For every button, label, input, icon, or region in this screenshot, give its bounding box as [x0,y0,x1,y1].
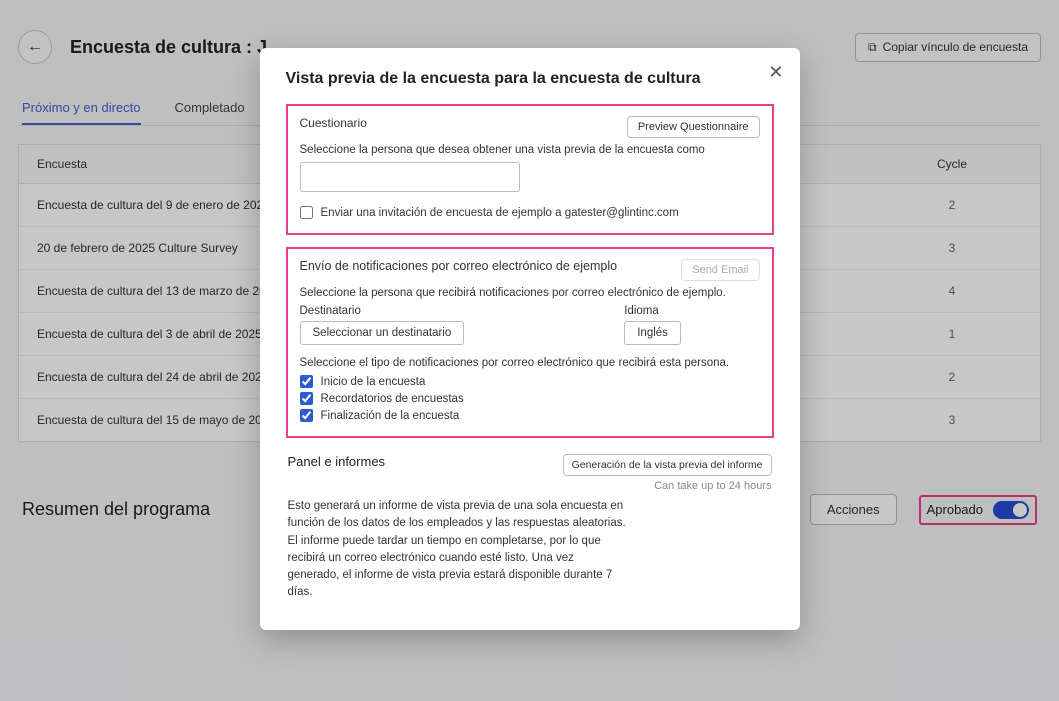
questionnaire-head: Cuestionario Preview Questionnaire [300,116,760,138]
email-instruction: Seleccione la persona que recibirá notif… [300,287,760,299]
recipient-language-row: Destinatario Seleccionar un destinatario… [300,305,760,345]
survey-preview-modal: ✕ Vista previa de la encuesta para la en… [260,48,800,630]
recipient-label: Destinatario [300,305,465,317]
chk-survey-start-label: Inicio de la encuesta [321,376,426,388]
generate-report-preview-button[interactable]: Generación de la vista previa del inform… [563,454,772,476]
modal-title: Vista previa de la encuesta para la encu… [286,70,774,88]
chk-survey-reminder-row[interactable]: Recordatorios de encuestas [300,392,760,405]
panel-head: Panel e informes Generación de la vista … [288,454,772,492]
preview-as-person-input[interactable] [300,162,520,192]
email-notifications-section: Envío de notificaciones por correo elect… [286,247,774,438]
chk-survey-start[interactable] [300,375,313,388]
chk-survey-end-label: Finalización de la encuesta [321,410,460,422]
select-recipient-button[interactable]: Seleccionar un destinatario [300,321,465,345]
notification-type-prompt: Seleccione el tipo de notificaciones por… [300,357,760,369]
chk-survey-reminder-label: Recordatorios de encuestas [321,393,464,405]
email-head: Envío de notificaciones por correo elect… [300,259,760,281]
chk-survey-end[interactable] [300,409,313,422]
send-email-button[interactable]: Send Email [681,259,759,281]
email-heading: Envío de notificaciones por correo elect… [300,259,618,273]
sample-invite-checkbox[interactable] [300,206,313,219]
sample-invite-label: Enviar una invitación de encuesta de eje… [321,207,679,219]
report-note: Can take up to 24 hours [563,480,772,492]
chk-survey-start-row[interactable]: Inicio de la encuesta [300,375,760,388]
language-label: Idioma [624,305,681,317]
close-icon: ✕ [768,62,783,82]
questionnaire-instruction: Seleccione la persona que desea obtener … [300,144,760,156]
select-language-button[interactable]: Inglés [624,321,681,345]
panel-description: Esto generará un informe de vista previa… [288,498,628,602]
preview-questionnaire-button[interactable]: Preview Questionnaire [627,116,760,138]
sample-invite-row[interactable]: Enviar una invitación de encuesta de eje… [300,206,760,219]
questionnaire-section: Cuestionario Preview Questionnaire Selec… [286,104,774,235]
chk-survey-end-row[interactable]: Finalización de la encuesta [300,409,760,422]
panel-reports-section: Panel e informes Generación de la vista … [286,452,774,604]
modal-close-button[interactable]: ✕ [768,62,783,83]
chk-survey-reminder[interactable] [300,392,313,405]
panel-title: Panel e informes [288,454,386,469]
language-block: Idioma Inglés [624,305,681,345]
questionnaire-label: Cuestionario [300,116,367,130]
recipient-block: Destinatario Seleccionar un destinatario [300,305,465,345]
